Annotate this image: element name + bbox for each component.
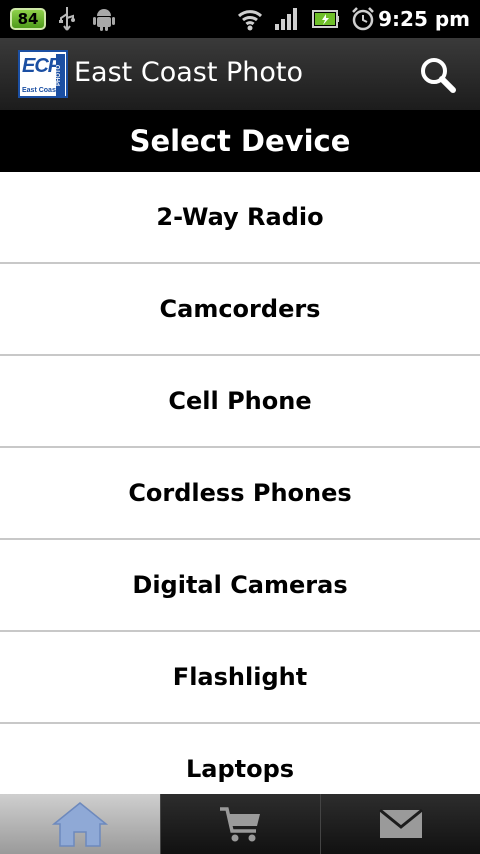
list-item-cordless-phones[interactable]: Cordless Phones (0, 448, 480, 540)
list-item-flashlight[interactable]: Flashlight (0, 632, 480, 724)
tab-cart[interactable] (160, 794, 320, 854)
wifi-icon (237, 6, 263, 36)
bottom-tab-bar (0, 794, 480, 854)
battery-level-text: 84 (17, 10, 39, 28)
list-item-cell-phone[interactable]: Cell Phone (0, 356, 480, 448)
status-time: 9:25 pm (378, 7, 470, 31)
tab-mail[interactable] (320, 794, 480, 854)
logo-side-text: PHOTO (56, 54, 65, 96)
search-button[interactable] (418, 56, 458, 96)
list-item-2-way-radio[interactable]: 2-Way Radio (0, 172, 480, 264)
list-item-camcorders[interactable]: Camcorders (0, 264, 480, 356)
signal-icon (274, 6, 300, 36)
device-list: 2-Way Radio Camcorders Cell Phone Cordle… (0, 172, 480, 794)
usb-icon (58, 6, 76, 36)
alarm-icon (350, 6, 376, 36)
app-logo[interactable]: ECP East Coast PHOTO (18, 50, 68, 98)
battery-icon (312, 6, 340, 36)
search-icon (418, 58, 458, 100)
logo-subtext: East Coast (22, 87, 59, 94)
status-bar: 84 9:25 pm (0, 0, 480, 38)
android-icon (92, 6, 116, 36)
app-title: East Coast Photo (74, 57, 304, 88)
action-bar: ECP East Coast PHOTO East Coast Photo (0, 38, 480, 110)
battery-level-badge: 84 (10, 8, 46, 30)
logo-text: ECP (22, 55, 61, 77)
tab-home[interactable] (0, 794, 160, 854)
list-item-digital-cameras[interactable]: Digital Cameras (0, 540, 480, 632)
list-item-laptops[interactable]: Laptops (0, 724, 480, 794)
page-title: Select Device (0, 110, 480, 172)
